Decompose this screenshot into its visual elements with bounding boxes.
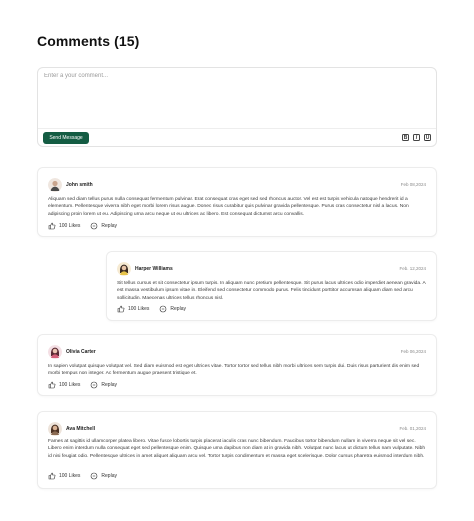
comment-text: Aliquam sed diam tellus purus nulla cons… bbox=[48, 197, 409, 217]
underline-icon[interactable]: U bbox=[424, 134, 431, 141]
comment-card-reply: Harper Williams Feb. 12,2024 Sit tellus … bbox=[106, 251, 437, 321]
like-count: 100 Likes bbox=[59, 223, 81, 229]
like-button[interactable]: 100 Likes bbox=[48, 472, 80, 480]
bold-icon[interactable]: B bbox=[402, 134, 409, 141]
reply-button[interactable]: Replay bbox=[90, 472, 117, 480]
reply-label: Replay bbox=[170, 306, 186, 312]
comment-actions: 100 Likes Replay bbox=[48, 472, 117, 480]
comment-actions: 100 Likes Replay bbox=[117, 305, 186, 313]
comment-text: In sapien volutpat quisque volutpat vel.… bbox=[48, 364, 420, 377]
reply-button[interactable]: Replay bbox=[159, 305, 186, 313]
like-button[interactable]: 100 Likes bbox=[117, 305, 149, 313]
comment-card: John smith Feb 08,2024 Aliquam sed diam … bbox=[37, 167, 437, 237]
chat-bubble-icon bbox=[91, 222, 98, 230]
like-button[interactable]: 100 Likes bbox=[48, 222, 80, 230]
comment-actions: 100 Likes Replay bbox=[48, 381, 117, 389]
reply-label: Replay bbox=[101, 473, 117, 479]
reply-button[interactable]: Replay bbox=[90, 222, 117, 230]
comment-header: John smith Feb 08,2024 bbox=[48, 178, 426, 192]
comment-date: Feb 08,2024 bbox=[400, 182, 426, 187]
thumbs-up-icon bbox=[117, 305, 125, 313]
like-count: 100 Likes bbox=[59, 473, 81, 479]
avatar bbox=[48, 178, 62, 192]
reply-label: Replay bbox=[101, 382, 117, 388]
comment-actions: 100 Likes Replay bbox=[48, 222, 117, 230]
formatting-toolbar: B I U bbox=[402, 134, 431, 141]
like-count: 100 Likes bbox=[59, 382, 81, 388]
comment-card: Olivia Carter Feb 06,2024 In sapien volu… bbox=[37, 334, 437, 396]
comment-input[interactable] bbox=[44, 73, 430, 123]
chat-bubble-icon bbox=[160, 305, 167, 313]
comment-author: Harper Williams bbox=[135, 266, 173, 272]
comment-date: Feb 06,2024 bbox=[400, 349, 426, 354]
reply-label: Replay bbox=[101, 223, 117, 229]
comment-date: Feb. 12,2024 bbox=[399, 266, 426, 271]
comment-header: Olivia Carter Feb 06,2024 bbox=[48, 345, 426, 359]
comment-author: Olivia Carter bbox=[66, 349, 96, 355]
like-count: 100 Likes bbox=[128, 306, 150, 312]
comment-date: Feb. 01,2024 bbox=[399, 426, 426, 431]
chat-bubble-icon bbox=[91, 381, 98, 389]
like-button[interactable]: 100 Likes bbox=[48, 381, 80, 389]
chat-bubble-icon bbox=[91, 472, 98, 480]
comment-header: Harper Williams Feb. 12,2024 bbox=[117, 262, 426, 276]
italic-icon[interactable]: I bbox=[413, 134, 420, 141]
avatar bbox=[48, 345, 62, 359]
thumbs-up-icon bbox=[48, 381, 56, 389]
comment-card: Ava Mitchell Feb. 01,2024 Fames at sagit… bbox=[37, 411, 437, 489]
thumbs-up-icon bbox=[48, 472, 56, 480]
comment-text: Sit tellus cursus et sit consectetur ips… bbox=[117, 281, 426, 301]
avatar bbox=[48, 422, 62, 436]
send-message-button[interactable]: Send Message bbox=[43, 132, 89, 144]
comment-author: Ava Mitchell bbox=[66, 426, 95, 432]
comment-author: John smith bbox=[66, 182, 93, 188]
reply-button[interactable]: Replay bbox=[90, 381, 117, 389]
composer-divider bbox=[38, 128, 436, 129]
comment-header: Ava Mitchell Feb. 01,2024 bbox=[48, 422, 426, 436]
thumbs-up-icon bbox=[48, 222, 56, 230]
comment-text: Fames at sagittis id ullamcorper platea … bbox=[48, 439, 426, 459]
avatar bbox=[117, 262, 131, 276]
comment-composer: Send Message B I U bbox=[37, 67, 437, 147]
page-title: Comments (15) bbox=[37, 33, 140, 49]
